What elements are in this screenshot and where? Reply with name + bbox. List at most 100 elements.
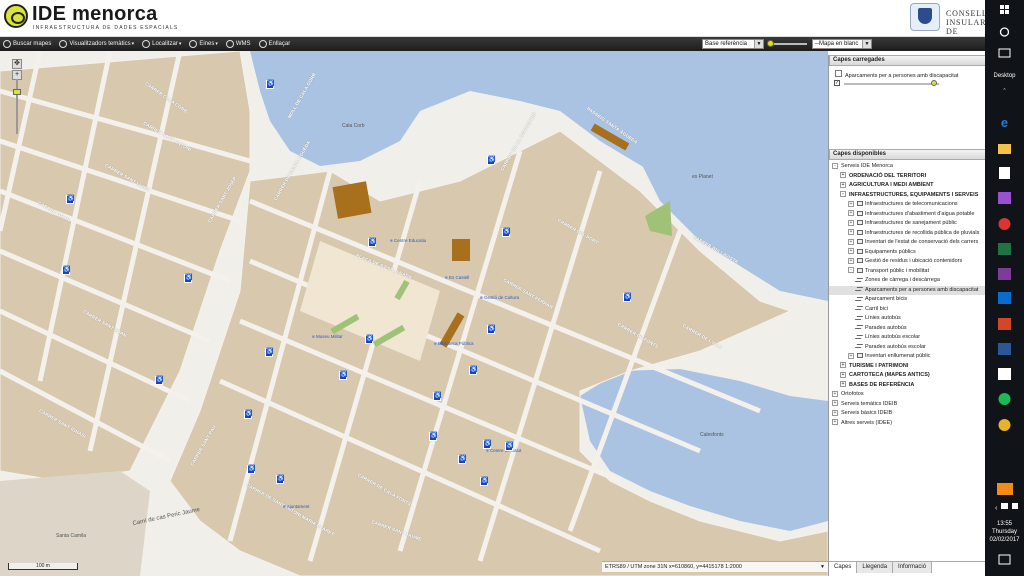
word-icon[interactable] xyxy=(998,343,1011,355)
accessible-parking-icon[interactable]: ♿ xyxy=(487,156,495,165)
expand-icon[interactable]: + xyxy=(848,257,854,264)
layer-tree-item[interactable]: + Serveis bàsics IDEIB xyxy=(829,409,986,419)
expand-icon[interactable]: + xyxy=(832,419,838,426)
wms-button[interactable]: WMS xyxy=(225,40,251,48)
accessible-parking-icon[interactable]: ♿ xyxy=(433,392,441,401)
onenote-icon[interactable] xyxy=(998,268,1011,280)
accessible-parking-icon[interactable]: ♿ xyxy=(276,475,284,484)
tab-legend[interactable]: Llegenda xyxy=(857,562,894,573)
layer-tree-item[interactable]: Aparcament bicis xyxy=(829,295,986,305)
layer-tree-item[interactable]: Parades autobús escolar xyxy=(829,343,986,353)
chrome-icon[interactable] xyxy=(998,419,1011,431)
layer-tree-item[interactable]: - Transport públic i mobilitat xyxy=(829,267,986,277)
accessible-parking-icon[interactable]: ♿ xyxy=(429,432,437,441)
accessible-parking-icon[interactable]: ♿ xyxy=(247,465,255,474)
file-explorer-icon[interactable] xyxy=(998,144,1011,154)
link-button[interactable]: Enllaçar xyxy=(258,40,290,48)
layer-tree-item[interactable]: + Equipaments públics xyxy=(829,248,986,258)
layer-tree-item[interactable]: Línies autobús escolar xyxy=(829,333,986,343)
layer-tree-item[interactable]: + AGRICULTURA I MEDI AMBIENT xyxy=(829,181,986,191)
desktop-chevron-icon[interactable]: ⌃ xyxy=(1002,88,1006,94)
expand-icon[interactable]: + xyxy=(840,371,846,378)
network-icon[interactable] xyxy=(1001,503,1008,509)
poi-marker[interactable]: Es Castell xyxy=(445,275,469,280)
tray-chevron-icon[interactable]: ‹ xyxy=(995,505,998,512)
download-icon[interactable] xyxy=(998,368,1011,380)
expand-icon[interactable]: + xyxy=(840,381,846,388)
poi-marker[interactable]: Ajuntament xyxy=(283,504,310,509)
accessible-parking-icon[interactable]: ♿ xyxy=(62,266,70,275)
accessible-parking-icon[interactable]: ♿ xyxy=(368,238,376,247)
opacity-slider-track[interactable] xyxy=(771,43,807,45)
app-icon[interactable] xyxy=(998,218,1011,230)
base-layer-select[interactable]: Base referència ▼ xyxy=(702,39,764,49)
expand-icon[interactable]: + xyxy=(848,219,854,226)
accessible-parking-icon[interactable]: ♿ xyxy=(365,335,373,344)
accessible-parking-icon[interactable]: ♿ xyxy=(505,442,513,451)
expand-icon[interactable]: + xyxy=(848,210,854,217)
clock-time[interactable]: 13:55 xyxy=(985,521,1024,527)
layer-tree-item[interactable]: + Infraestructures de telecomunicacions xyxy=(829,200,986,210)
outlook-icon[interactable] xyxy=(998,292,1011,304)
accessible-parking-icon[interactable]: ♿ xyxy=(66,195,74,204)
cortana-search-icon[interactable] xyxy=(999,27,1010,37)
poi-marker[interactable]: Museu Militar xyxy=(312,334,343,339)
layer-tree-item[interactable]: - INFRAESTRUCTURES, EQUIPAMENTS I SERVEIS xyxy=(829,191,986,201)
tab-information[interactable]: Informació xyxy=(893,562,933,573)
layer-tree-item[interactable]: + Altres serveis (IDEE) xyxy=(829,419,986,429)
volume-icon[interactable] xyxy=(1012,503,1018,509)
expand-icon[interactable]: + xyxy=(848,352,854,359)
layer-tree-item[interactable]: + TURISME I PATRIMONI xyxy=(829,362,986,372)
accessible-parking-icon[interactable]: ♿ xyxy=(155,376,163,385)
zoom-slider-handle[interactable] xyxy=(13,89,21,95)
map-canvas[interactable]: Cala Corb es Planet Calesfonts Camí de c… xyxy=(0,51,828,576)
accessible-parking-icon[interactable]: ♿ xyxy=(458,455,466,464)
expand-icon[interactable]: + xyxy=(848,238,854,245)
accessible-parking-icon[interactable]: ♿ xyxy=(483,440,491,449)
layer-tree-item[interactable]: Zones de càrrega i descàrrega xyxy=(829,276,986,286)
expand-icon[interactable]: + xyxy=(832,409,838,416)
accessible-parking-icon[interactable]: ♿ xyxy=(480,477,488,486)
chevron-down-icon[interactable]: ▼ xyxy=(819,564,826,571)
spotify-icon[interactable] xyxy=(998,393,1011,405)
powerpoint-icon[interactable] xyxy=(998,318,1011,330)
locate-button[interactable]: Localitzar ▾ xyxy=(142,40,181,48)
expand-icon[interactable]: + xyxy=(848,248,854,255)
accessible-parking-icon[interactable]: ♿ xyxy=(339,371,347,380)
expand-icon[interactable]: + xyxy=(848,200,854,207)
tools-button[interactable]: Eines ▾ xyxy=(189,40,218,48)
accessible-parking-icon[interactable]: ♿ xyxy=(266,80,274,89)
tab-layers[interactable]: Capes xyxy=(829,562,858,573)
layer-opacity-track[interactable] xyxy=(844,83,939,85)
edge-browser-icon[interactable]: e xyxy=(1001,115,1008,130)
expand-icon[interactable]: + xyxy=(840,362,846,369)
layer-tree-item[interactable]: Parades autobús xyxy=(829,324,986,334)
opacity-slider-handle[interactable] xyxy=(767,40,774,47)
notifications-icon[interactable] xyxy=(998,554,1011,565)
accessible-parking-icon[interactable]: ♿ xyxy=(487,325,495,334)
layer-tree-item[interactable]: + Infraestructures d'abastiment d'aigua p… xyxy=(829,210,986,220)
accessible-parking-icon[interactable]: ♿ xyxy=(469,366,477,375)
blank-map-select[interactable]: --Mapa en blanc ▼ xyxy=(812,39,872,49)
layer-tree-item[interactable]: Carril bici xyxy=(829,305,986,315)
expand-icon[interactable]: + xyxy=(832,400,838,407)
desktop-label[interactable]: Desktop xyxy=(985,73,1024,79)
layer-tree-item[interactable]: - Serveis IDE Menorca xyxy=(829,162,986,172)
layer-tree-item[interactable]: + Infraestructures de sanejament públic xyxy=(829,219,986,229)
expand-icon[interactable]: + xyxy=(848,229,854,236)
expand-icon[interactable]: + xyxy=(840,181,846,188)
poi-marker[interactable]: Centre Educatiu xyxy=(390,238,426,243)
collapse-icon[interactable]: - xyxy=(848,267,854,274)
layer-tree-item[interactable]: + Gestió de residus i ubicació contenidor… xyxy=(829,257,986,267)
accessible-parking-icon[interactable]: ♿ xyxy=(265,348,273,357)
expand-icon[interactable]: + xyxy=(840,172,846,179)
layer-tree-item[interactable]: + Inventari de l'estat de conservació del… xyxy=(829,238,986,248)
thematic-viewers-button[interactable]: Visualitzadors temàtics ▾ xyxy=(59,40,134,48)
layer-tree-item[interactable]: + Infraestructures de recollida pública d… xyxy=(829,229,986,239)
accessible-parking-icon[interactable]: ♿ xyxy=(184,274,192,283)
search-maps-button[interactable]: Buscar mapes xyxy=(3,40,51,48)
loaded-layer-item[interactable]: Aparcaments per a persones amb discapaci… xyxy=(835,70,958,79)
layer-tree-item[interactable]: + BASES DE REFERÈNCIA xyxy=(829,381,986,391)
tray-app-icon[interactable] xyxy=(997,483,1013,495)
zoom-slider-track[interactable] xyxy=(16,79,18,134)
